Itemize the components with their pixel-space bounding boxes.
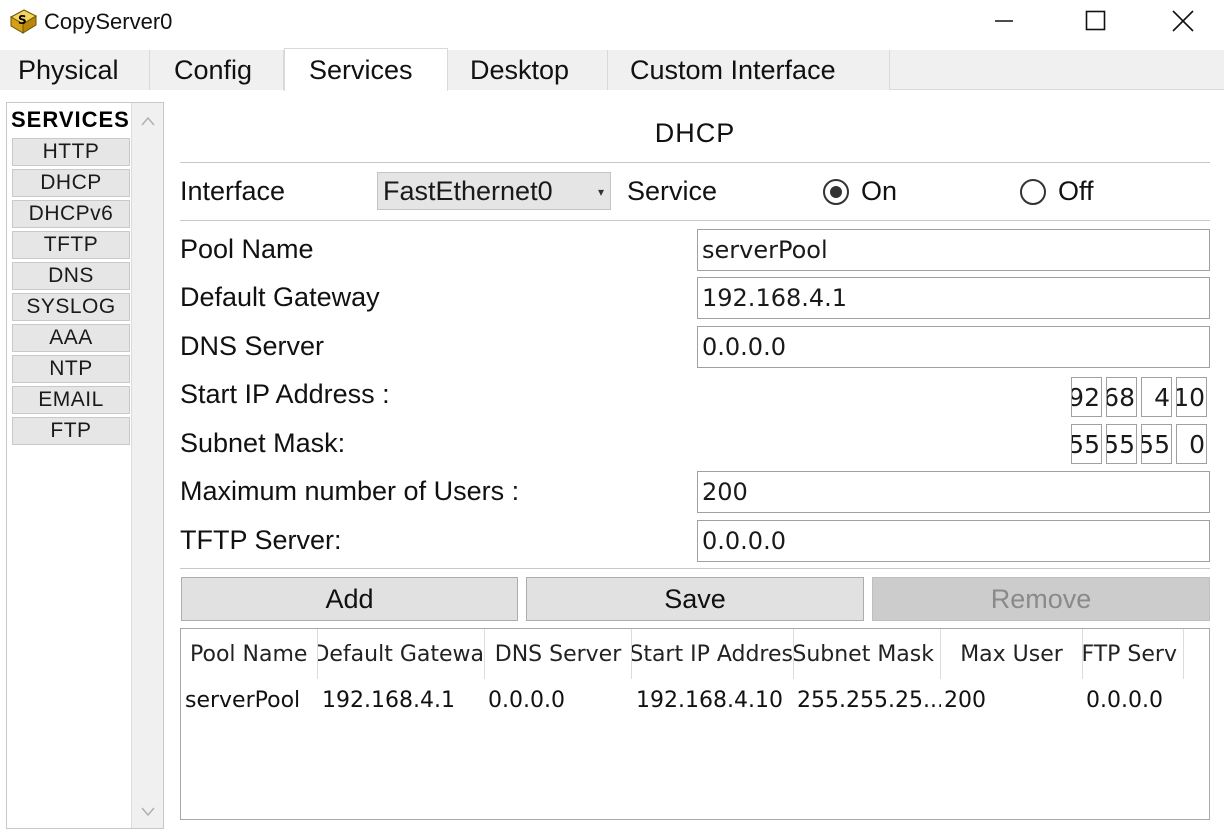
tab-config[interactable]: Config: [150, 50, 284, 90]
page-title: DHCP: [654, 118, 736, 148]
default-gateway-input[interactable]: 192.168.4.1: [697, 277, 1210, 319]
chevron-up-icon[interactable]: [132, 107, 164, 135]
table-cell-tftp-server: 0.0.0.0: [1086, 687, 1163, 713]
service-on-label: On: [861, 176, 898, 206]
subnet-mask-label: Subnet Mask:: [180, 428, 346, 458]
dropdown-arrow-icon: ▾: [597, 185, 604, 199]
start-ip-octet-3[interactable]: 4: [1141, 377, 1172, 417]
window-title: CopyServer0: [44, 9, 173, 34]
close-icon: [1172, 9, 1194, 37]
service-item-aaa[interactable]: AAA: [12, 324, 130, 352]
subnet-mask-octet-1[interactable]: 255: [1071, 424, 1102, 464]
service-item-ftp[interactable]: FTP: [12, 417, 130, 445]
service-label: Service: [627, 176, 718, 206]
service-item-dhcpv6[interactable]: DHCPv6: [12, 200, 130, 228]
subnet-mask-octet-4[interactable]: 0: [1176, 424, 1207, 464]
default-gateway-label: Default Gateway: [180, 282, 380, 312]
minimize-button[interactable]: [958, 0, 1050, 46]
service-item-tftp[interactable]: TFTP: [12, 231, 130, 259]
pool-name-label: Pool Name: [180, 234, 314, 264]
add-button[interactable]: Add: [181, 577, 518, 621]
remove-button[interactable]: Remove: [872, 577, 1210, 621]
table-cell-max-user: 200: [944, 687, 986, 713]
subnet-mask-octet-3[interactable]: 255: [1141, 424, 1172, 464]
table-cell-default-gateway: 192.168.4.1: [322, 687, 455, 713]
tab-services[interactable]: Services: [284, 48, 448, 91]
divider: [180, 220, 1210, 221]
column-header-pool-name[interactable]: Pool Name: [181, 629, 318, 679]
services-panel: SERVICES HTTP DHCP DHCPv6 TFTP DNS SYSLO…: [6, 102, 164, 829]
service-item-ntp[interactable]: NTP: [12, 355, 130, 383]
table-cell-dns-server: 0.0.0.0: [488, 687, 565, 713]
close-button[interactable]: [1142, 0, 1224, 46]
column-header-start-ip[interactable]: Start IP Addres: [632, 629, 794, 679]
tab-physical[interactable]: Physical: [0, 50, 150, 90]
svg-text:S: S: [18, 13, 27, 27]
service-item-http[interactable]: HTTP: [12, 138, 130, 166]
column-header-max-user[interactable]: Max User: [941, 629, 1083, 679]
tab-custom-interface[interactable]: Custom Interface: [608, 50, 890, 90]
divider: [180, 162, 1210, 163]
service-on-radio[interactable]: [823, 179, 849, 205]
service-item-dns[interactable]: DNS: [12, 262, 130, 290]
services-scrollbar[interactable]: [131, 103, 163, 828]
service-off-label: Off: [1058, 176, 1094, 206]
dhcp-pool-table: Pool Name Default Gatewa DNS Server Star…: [180, 628, 1210, 820]
service-item-dhcp[interactable]: DHCP: [12, 169, 130, 197]
service-item-email[interactable]: EMAIL: [12, 386, 130, 414]
radio-selected-dot: [830, 186, 842, 198]
services-header: SERVICES: [11, 107, 130, 132]
table-cell-pool-name: serverPool: [185, 687, 301, 713]
interface-label: Interface: [180, 176, 286, 206]
divider: [180, 568, 1210, 569]
interface-select-value: FastEthernet0: [383, 175, 553, 206]
column-header-dns-server[interactable]: DNS Server: [485, 629, 632, 679]
dns-server-input[interactable]: 0.0.0.0: [697, 326, 1210, 368]
pool-name-input[interactable]: serverPool: [697, 229, 1210, 271]
column-header-subnet-mask[interactable]: Subnet Mask: [794, 629, 941, 679]
max-users-input[interactable]: 200: [697, 471, 1210, 513]
minimize-icon: [994, 11, 1014, 36]
start-ip-octet-2[interactable]: 168: [1106, 377, 1137, 417]
dns-server-label: DNS Server: [180, 331, 325, 361]
service-off-radio[interactable]: [1020, 179, 1046, 205]
maximize-button[interactable]: [1050, 0, 1142, 46]
title-bar: S CopyServer0: [0, 0, 1224, 46]
chevron-down-icon[interactable]: [132, 798, 164, 826]
subnet-mask-octet-2[interactable]: 255: [1106, 424, 1137, 464]
maximize-icon: [1085, 10, 1107, 37]
save-button[interactable]: Save: [526, 577, 864, 621]
column-header-default-gateway[interactable]: Default Gatewa: [318, 629, 485, 679]
table-cell-start-ip: 192.168.4.10: [636, 687, 783, 713]
service-item-syslog[interactable]: SYSLOG: [12, 293, 130, 321]
column-header-tftp-server[interactable]: TFTP Serv: [1083, 629, 1184, 679]
start-ip-octet-1[interactable]: 192: [1071, 377, 1102, 417]
table-cell-subnet-mask: 255.255.25...: [797, 687, 941, 713]
tab-bar: Physical Config Services Desktop Custom …: [0, 48, 1224, 91]
max-users-label: Maximum number of Users :: [180, 476, 520, 506]
services-list: SERVICES HTTP DHCP DHCPv6 TFTP DNS SYSLO…: [9, 105, 131, 445]
tab-desktop[interactable]: Desktop: [448, 50, 608, 90]
start-ip-octet-4[interactable]: 10: [1176, 377, 1207, 417]
interface-select[interactable]: FastEthernet0 ▾: [377, 172, 611, 210]
tftp-server-input[interactable]: 0.0.0.0: [697, 520, 1210, 562]
start-ip-label: Start IP Address :: [180, 379, 390, 409]
packet-tracer-server-icon: S: [8, 7, 38, 35]
tftp-server-label: TFTP Server:: [180, 525, 342, 555]
